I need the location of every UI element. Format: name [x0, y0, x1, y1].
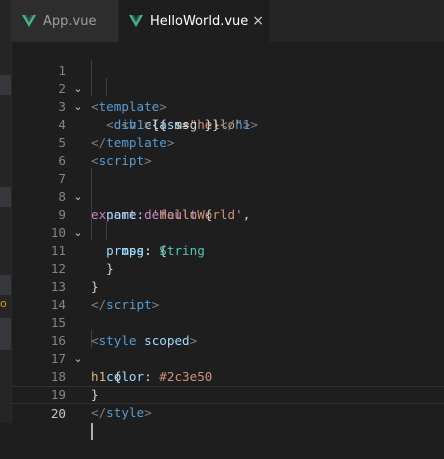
- tag-bracket: >: [144, 153, 152, 168]
- code-line: 11 }: [12, 224, 444, 276]
- code-text: </style>: [91, 404, 152, 422]
- code-line: <script>: [12, 134, 444, 168]
- explorer-sidebar: o: [0, 0, 11, 423]
- code-line: 18 }: [12, 350, 444, 402]
- code-line: 14: [12, 278, 444, 312]
- tag-bracket: </: [91, 405, 107, 420]
- code-line: 15 <style scoped>: [12, 296, 444, 348]
- code-line: 9 ⌄ props: {: [12, 188, 444, 258]
- code-line: 1 ⌄ <template>: [12, 44, 444, 114]
- tab-label: App.vue: [43, 13, 97, 29]
- code-editor[interactable]: 1 ⌄ <template> 2 ⌄ <div class="hello"> 3…: [12, 42, 444, 440]
- tag-bracket: <: [91, 153, 99, 168]
- line-number: 20: [50, 406, 66, 421]
- code-line: 19 </style>: [12, 368, 444, 420]
- sidebar-row-highlight[interactable]: [0, 187, 11, 207]
- sidebar-row-highlight[interactable]: [0, 318, 11, 350]
- code-line-current[interactable]: 20: [12, 386, 444, 440]
- code-line: 5: [12, 116, 444, 150]
- tab-helloworld-vue[interactable]: HelloWorld.vue ×: [119, 0, 269, 42]
- vue-icon: [129, 15, 143, 27]
- tag-bracket: >: [144, 405, 152, 420]
- code-line: 16 ⌄ h1 {: [12, 314, 444, 384]
- tab-label: HelloWorld.vue: [150, 13, 249, 29]
- text-cursor: [91, 423, 93, 440]
- code-line: 13 </script>: [12, 260, 444, 312]
- close-icon[interactable]: ×: [252, 14, 264, 28]
- tag-name: style: [106, 405, 145, 420]
- sidebar-row-highlight[interactable]: [0, 75, 11, 95]
- code-line: 17 color: #2c3e50: [12, 332, 444, 384]
- code-text: <script>: [91, 152, 152, 170]
- code-line: 3 <h1>{{ msg }}</h1>: [12, 80, 444, 132]
- tag-name: script: [98, 153, 145, 168]
- code-line: 8 name: 'HelloWorld',: [12, 170, 444, 222]
- sidebar-row-highlight[interactable]: [0, 275, 11, 295]
- vue-icon: [22, 15, 36, 27]
- code-line: 10 msg: String: [12, 206, 444, 258]
- code-line: 12 }: [12, 242, 444, 294]
- tab-bar: App.vue HelloWorld.vue ×: [12, 0, 444, 42]
- code-line: 4 </template>: [12, 98, 444, 150]
- code-line: 7 ⌄ export default {: [12, 152, 444, 222]
- code-line: 2 ⌄ <div class="hello">: [12, 62, 444, 132]
- tab-app-vue[interactable]: App.vue: [12, 0, 119, 42]
- sidebar-modified-marker: o: [0, 297, 7, 310]
